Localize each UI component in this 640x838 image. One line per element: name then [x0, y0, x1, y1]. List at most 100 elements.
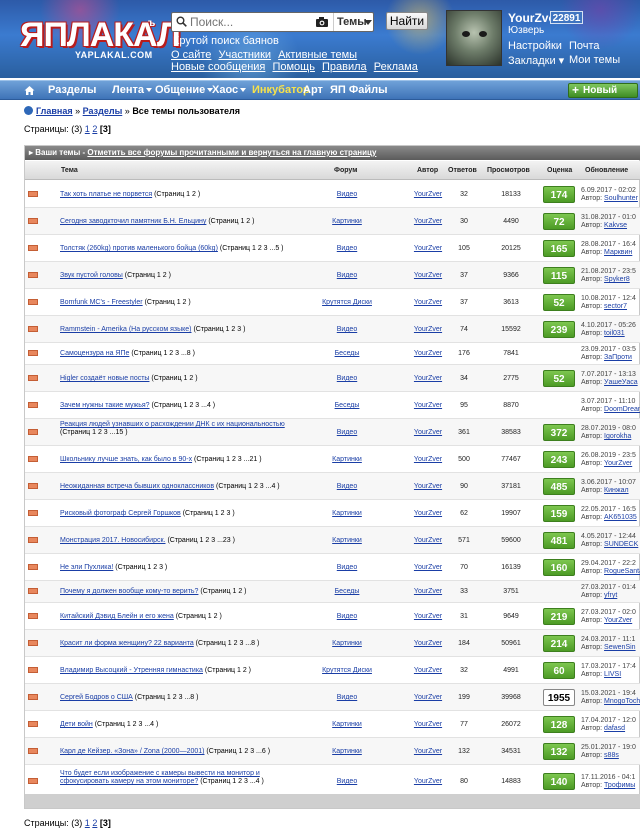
- topic-forum-link[interactable]: Видео: [337, 272, 357, 279]
- topic-author-link[interactable]: YourZver: [414, 694, 442, 701]
- topic-title-link[interactable]: Рисковый фотограф Сергей Горшков: [60, 510, 181, 517]
- topic-pages[interactable]: (Страниц 1 2 ): [149, 375, 197, 382]
- nav-talk[interactable]: Общение: [155, 84, 214, 96]
- topic-forum-link[interactable]: Картинки: [332, 218, 362, 225]
- topic-forum-link[interactable]: Видео: [337, 564, 357, 571]
- topic-pages[interactable]: (Страниц 1 2 3 ...15 ): [60, 429, 128, 436]
- topic-last-author-link[interactable]: MnogoTochie: [604, 698, 640, 705]
- topic-title-link[interactable]: Неожиданная встреча бывших однокласснико…: [60, 483, 214, 490]
- topic-title-link[interactable]: Не эли Пухлика!: [60, 564, 113, 571]
- topic-last-author-link[interactable]: AK651035: [604, 514, 637, 521]
- topic-forum-link[interactable]: Беседы: [335, 402, 360, 409]
- link-members[interactable]: Участники: [218, 49, 271, 61]
- search-scope-dropdown[interactable]: Темы: [333, 13, 375, 31]
- topic-title-link[interactable]: Зачем нужны такие мужья?: [60, 402, 150, 409]
- topic-pages[interactable]: (Страниц 1 2 3 ...5 ): [218, 245, 284, 252]
- topic-last-author-link[interactable]: RogueSantaCruz: [604, 568, 640, 575]
- nav-chaos[interactable]: Хаос: [212, 84, 247, 96]
- topic-last-author-link[interactable]: yfryt: [604, 592, 617, 599]
- mark-all-read-link[interactable]: Отметить все форумы прочитанными и верну…: [87, 148, 376, 157]
- settings-link[interactable]: Настройки: [508, 40, 562, 52]
- topic-forum-link[interactable]: Видео: [337, 613, 357, 620]
- topic-forum-link[interactable]: Крутятся Диски: [322, 299, 372, 306]
- topic-pages[interactable]: (Страниц 1 2 ): [174, 613, 222, 620]
- topic-pages[interactable]: (Страниц 1 2 3 ...8 ): [129, 350, 195, 357]
- topic-author-link[interactable]: YourZver: [414, 483, 442, 490]
- topic-forum-link[interactable]: Видео: [337, 375, 357, 382]
- topic-author-link[interactable]: YourZver: [414, 667, 442, 674]
- topic-author-link[interactable]: YourZver: [414, 350, 442, 357]
- topic-author-link[interactable]: YourZver: [414, 375, 442, 382]
- topic-title-link[interactable]: Карл де Кейзер. «Зона» / Zona (2000—2001…: [60, 748, 204, 755]
- topic-forum-link[interactable]: Картинки: [332, 510, 362, 517]
- topic-author-link[interactable]: YourZver: [414, 218, 442, 225]
- topic-last-author-link[interactable]: Spyker8: [604, 276, 630, 283]
- topic-last-author-link[interactable]: ЗаПроти: [604, 354, 632, 361]
- topic-forum-link[interactable]: Беседы: [335, 350, 360, 357]
- topic-title-link[interactable]: Higler создаёт новые посты: [60, 375, 149, 382]
- topic-pages[interactable]: (Страниц 1 2 ): [198, 588, 246, 595]
- topic-last-author-link[interactable]: SUNDECK: [604, 541, 638, 548]
- link-rules[interactable]: Правила: [322, 61, 367, 73]
- topic-author-link[interactable]: YourZver: [414, 429, 442, 436]
- topic-author-link[interactable]: YourZver: [414, 564, 442, 571]
- pager-page-1[interactable]: 1: [85, 124, 90, 134]
- find-button[interactable]: Найти: [386, 12, 428, 30]
- link-new-messages[interactable]: Новые сообщения: [171, 61, 265, 73]
- col-views[interactable]: Просмотров: [487, 167, 530, 174]
- nav-sections[interactable]: Разделы: [48, 84, 96, 96]
- topic-forum-link[interactable]: Видео: [337, 326, 357, 333]
- topic-last-author-link[interactable]: DoomDreams: [604, 406, 640, 413]
- topic-pages[interactable]: (Страниц 1 2 ): [203, 667, 251, 674]
- topic-pages[interactable]: (Страниц 1 2 3 ): [113, 564, 167, 571]
- topic-author-link[interactable]: YourZver: [414, 748, 442, 755]
- col-replies[interactable]: Ответов: [448, 167, 477, 174]
- topic-forum-link[interactable]: Видео: [337, 483, 357, 490]
- topic-author-link[interactable]: YourZver: [414, 510, 442, 517]
- topic-pages[interactable]: (Страниц 1 2 3 ...4 ): [198, 778, 264, 785]
- topic-pages[interactable]: (Страниц 1 2 ): [206, 218, 254, 225]
- topic-author-link[interactable]: YourZver: [414, 299, 442, 306]
- topic-last-author-link[interactable]: s88s: [604, 752, 619, 759]
- topic-last-author-link[interactable]: sector7: [604, 303, 627, 310]
- topic-pages[interactable]: (Страниц 1 2 3 ...8 ): [133, 694, 199, 701]
- bookmarks-dropdown[interactable]: Закладки ▾: [508, 54, 564, 67]
- new-post-button[interactable]: + Новый пост: [568, 83, 638, 109]
- nav-incubator[interactable]: Инкубатор: [252, 84, 310, 96]
- topic-last-author-link[interactable]: Кинжал: [604, 487, 629, 494]
- topic-forum-link[interactable]: Картинки: [332, 721, 362, 728]
- topic-pages[interactable]: (Страниц 1 2 ): [143, 299, 191, 306]
- topic-title-link[interactable]: Реакция людей узнавших о расхождении ДНК…: [60, 421, 285, 428]
- topic-title-link[interactable]: Владимир Высоцкий - Утренняя гимнастика: [60, 667, 203, 674]
- topic-pages[interactable]: (Страниц 1 2 ): [123, 272, 171, 279]
- topic-pages[interactable]: (Страниц 1 2 3 ...4 ): [93, 721, 159, 728]
- topic-forum-link[interactable]: Крутятся Диски: [322, 667, 372, 674]
- topic-pages[interactable]: (Страниц 1 2 3 ...4 ): [214, 483, 280, 490]
- topic-last-author-link[interactable]: Kakvse: [604, 222, 627, 229]
- search-input[interactable]: [190, 14, 310, 30]
- topic-title-link[interactable]: Толстяк (260kg) против маленького бойца …: [60, 245, 218, 252]
- site-logo[interactable]: ЯПЛАКАЛ ъ YAPLAKAL.COM: [20, 18, 181, 60]
- pager-page-1[interactable]: 1: [85, 818, 90, 828]
- topic-last-author-link[interactable]: LIVSI: [604, 671, 621, 678]
- topic-last-author-link[interactable]: YourZver: [604, 460, 632, 467]
- topic-forum-link[interactable]: Видео: [337, 778, 357, 785]
- topic-author-link[interactable]: YourZver: [414, 402, 442, 409]
- mail-link[interactable]: Почта: [569, 40, 600, 52]
- topic-forum-link[interactable]: Картинки: [332, 748, 362, 755]
- topic-last-author-link[interactable]: Трофимы: [604, 782, 635, 789]
- col-forum[interactable]: Форум: [334, 167, 357, 174]
- topic-author-link[interactable]: YourZver: [414, 326, 442, 333]
- topic-forum-link[interactable]: Видео: [337, 694, 357, 701]
- topic-forum-link[interactable]: Видео: [337, 245, 357, 252]
- topic-author-link[interactable]: YourZver: [414, 245, 442, 252]
- topic-last-author-link[interactable]: toil031: [604, 330, 625, 337]
- topic-last-author-link[interactable]: Igorokha: [604, 433, 631, 440]
- topic-title-link[interactable]: Звук пустой головы: [60, 272, 123, 279]
- col-rating[interactable]: Оценка: [547, 167, 572, 174]
- topic-title-link[interactable]: Rammstein - Amerika (На русском языке): [60, 326, 192, 333]
- topic-forum-link[interactable]: Картинки: [332, 456, 362, 463]
- topic-title-link[interactable]: Красит ли форма женщину? 22 варианта: [60, 640, 194, 647]
- topic-title-link[interactable]: Сегодня заводкточил памятник Б.Н. Ельцин…: [60, 218, 206, 225]
- topic-pages[interactable]: (Страниц 1 2 3 ...6 ): [204, 748, 270, 755]
